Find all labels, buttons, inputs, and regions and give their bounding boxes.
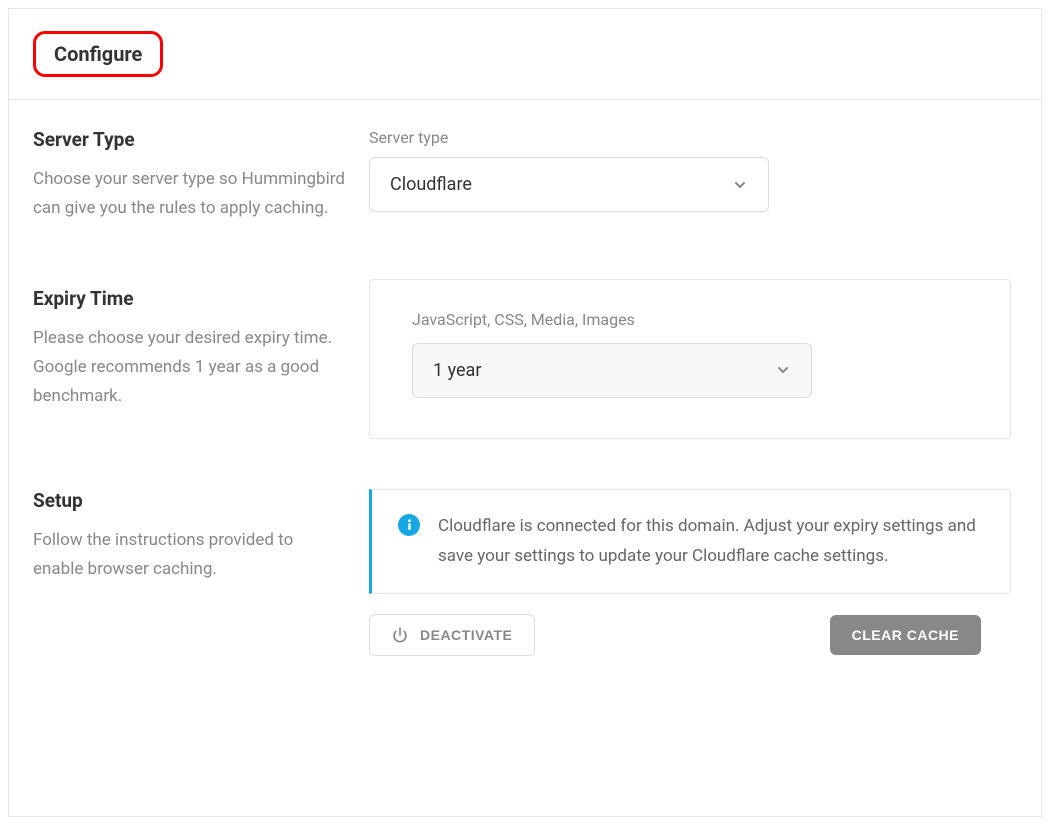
- expiry-field-label: JavaScript, CSS, Media, Images: [412, 310, 968, 329]
- server-type-select[interactable]: Cloudflare: [369, 157, 769, 212]
- chevron-down-icon: [732, 177, 748, 193]
- expiry-time-title: Expiry Time: [33, 287, 345, 310]
- chevron-down-icon: [775, 362, 791, 378]
- deactivate-button[interactable]: DEACTIVATE: [369, 614, 535, 656]
- setup-desc: Follow the instructions provided to enab…: [33, 526, 345, 584]
- tab-configure-highlight: Configure: [33, 31, 163, 77]
- server-type-desc: Choose your server type so Hummingbird c…: [33, 165, 345, 223]
- tab-configure[interactable]: Configure: [54, 42, 142, 66]
- server-type-title: Server Type: [33, 128, 345, 151]
- server-type-field-label: Server type: [369, 128, 1011, 147]
- power-icon: [392, 627, 408, 643]
- deactivate-label: DEACTIVATE: [420, 627, 512, 643]
- expiry-time-desc: Please choose your desired expiry time. …: [33, 324, 345, 411]
- settings-panel: Configure Server Type Choose your server…: [8, 8, 1042, 817]
- section-expiry-time: Expiry Time Please choose your desired e…: [9, 251, 1041, 467]
- expiry-time-value: 1 year: [433, 360, 481, 381]
- button-row: DEACTIVATE CLEAR CACHE: [369, 594, 1011, 656]
- notice-text: Cloudflare is connected for this domain.…: [438, 512, 984, 572]
- setup-title: Setup: [33, 489, 345, 512]
- clear-cache-button[interactable]: CLEAR CACHE: [830, 615, 981, 655]
- expiry-time-select[interactable]: 1 year: [412, 343, 812, 398]
- expiry-box: JavaScript, CSS, Media, Images 1 year: [369, 279, 1011, 439]
- clear-cache-label: CLEAR CACHE: [852, 627, 959, 643]
- section-server-type: Server Type Choose your server type so H…: [9, 100, 1041, 251]
- info-icon: [398, 514, 420, 536]
- tab-header: Configure: [9, 9, 1041, 100]
- server-type-value: Cloudflare: [390, 174, 472, 195]
- notice-box: Cloudflare is connected for this domain.…: [369, 489, 1011, 595]
- section-setup: Setup Follow the instructions provided t…: [9, 467, 1041, 685]
